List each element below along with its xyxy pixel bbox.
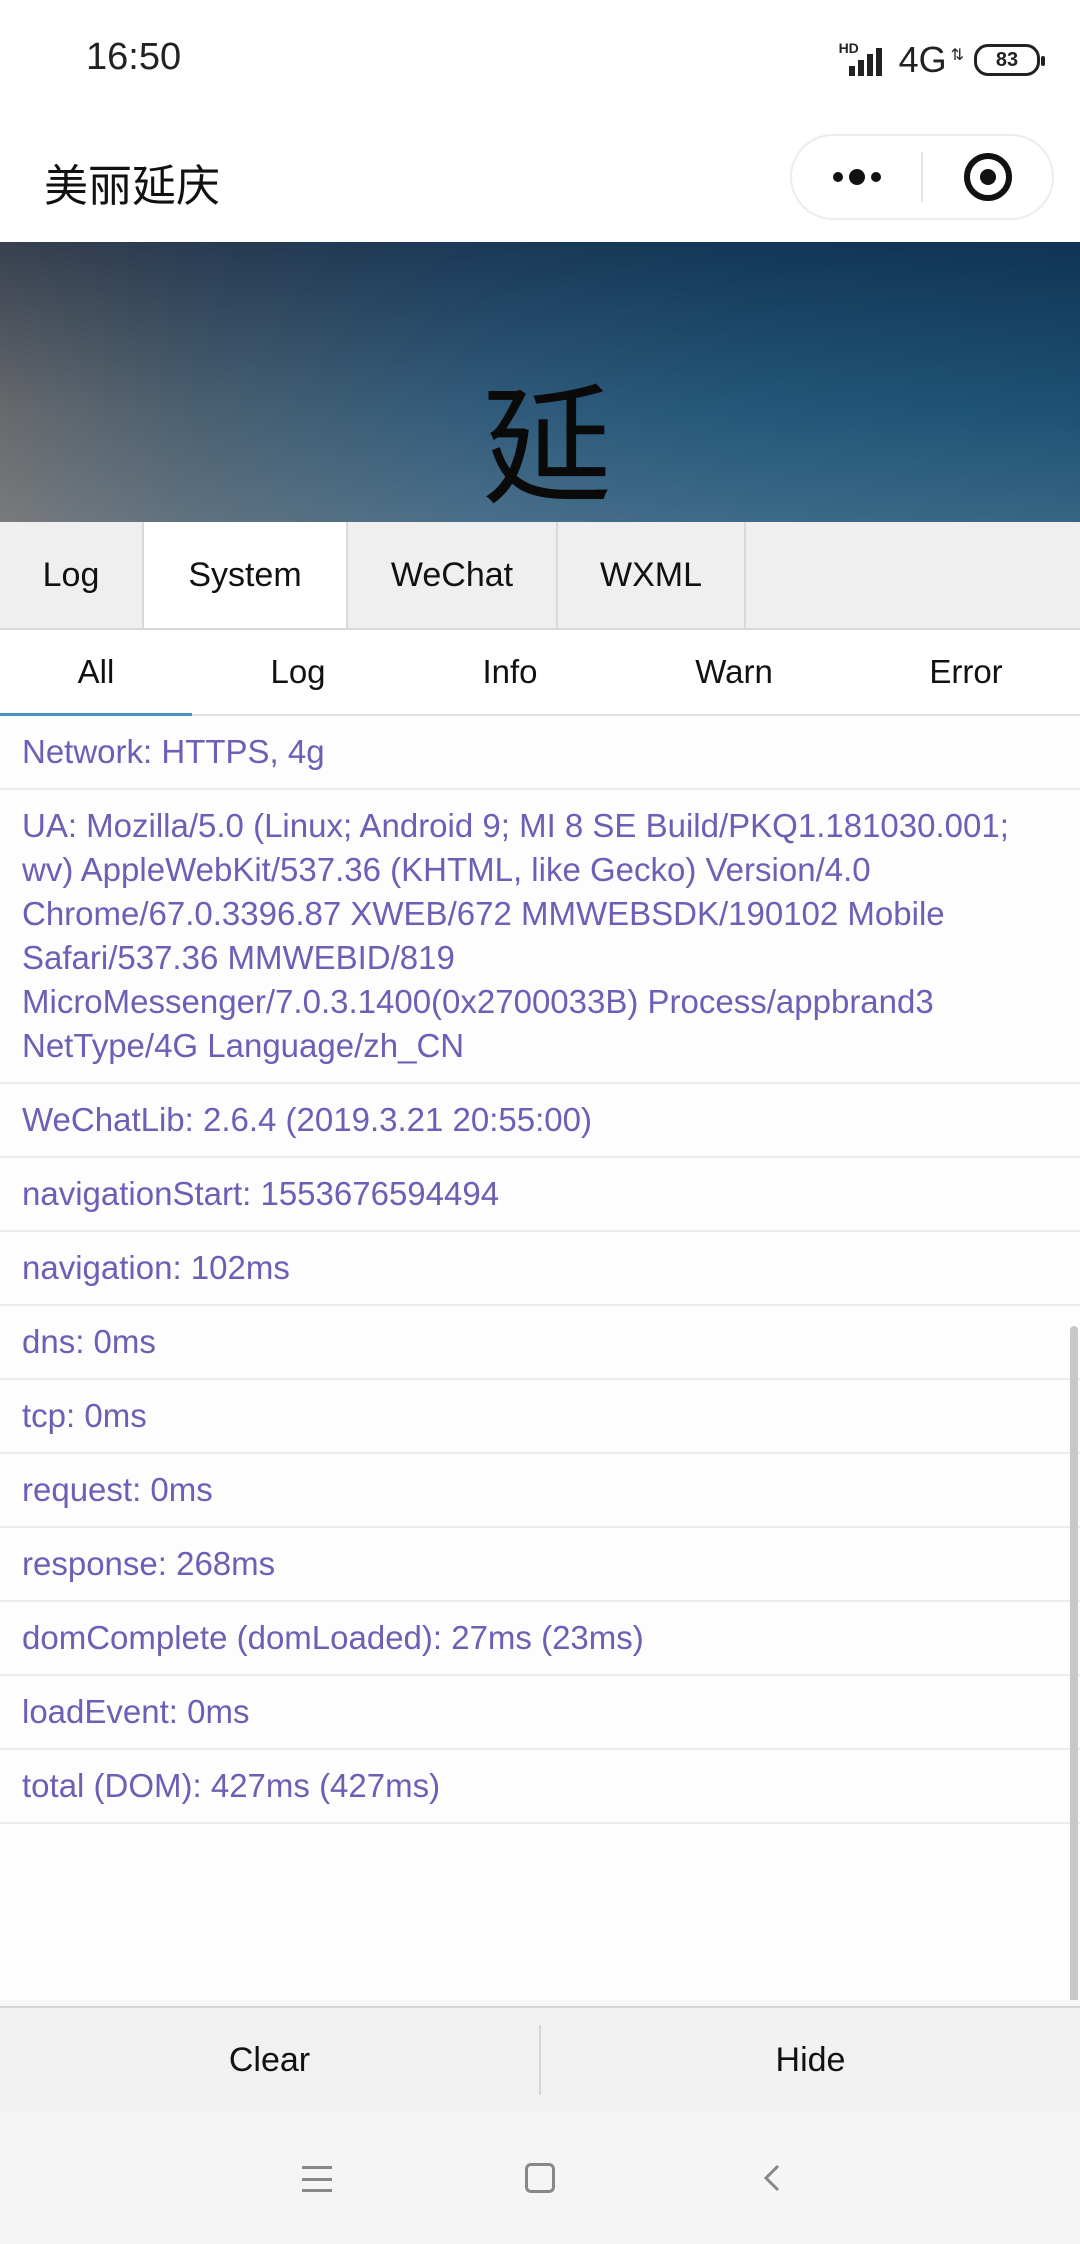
capsule-menu xyxy=(790,134,1054,220)
log-row: request: 0ms xyxy=(0,1454,1080,1528)
battery-icon: 83 xyxy=(974,44,1045,76)
status-bar: 16:50 HD 4G ⇅ 83 xyxy=(0,0,1080,120)
close-miniprogram-button[interactable] xyxy=(923,136,1052,218)
filter-all[interactable]: All xyxy=(0,630,192,716)
status-icons: HD 4G ⇅ 83 xyxy=(839,38,1045,82)
target-close-icon xyxy=(963,153,1012,201)
banner-image: 延 xyxy=(0,242,1080,522)
more-button[interactable] xyxy=(792,136,921,218)
clear-button[interactable]: Clear xyxy=(0,2008,539,2112)
scrollbar-thumb[interactable] xyxy=(1070,1326,1078,2000)
menu-icon[interactable] xyxy=(302,2166,332,2192)
vconsole-panel: Log System WeChat WXML All Log Info Warn… xyxy=(0,522,1080,2112)
filter-warn[interactable]: Warn xyxy=(616,630,852,714)
console-toolbar: Clear Hide xyxy=(0,2006,1080,2112)
filter-log[interactable]: Log xyxy=(192,630,404,714)
navbar: 美丽延庆 xyxy=(0,120,1080,242)
status-time: 16:50 xyxy=(86,36,182,78)
more-dots-icon xyxy=(832,169,881,185)
filter-error[interactable]: Error xyxy=(852,630,1080,714)
log-row: WeChatLib: 2.6.4 (2019.3.21 20:55:00) xyxy=(0,1084,1080,1158)
data-arrows-icon: ⇅ xyxy=(950,47,964,64)
system-nav-bar xyxy=(0,2112,1080,2244)
console-tabs: Log System WeChat WXML xyxy=(0,522,1080,630)
tab-log[interactable]: Log xyxy=(0,522,144,628)
log-row: total (DOM): 427ms (427ms) xyxy=(0,1750,1080,1824)
page-title: 美丽延庆 xyxy=(44,161,220,212)
log-row: response: 268ms xyxy=(0,1528,1080,1602)
network-type: 4G xyxy=(898,39,947,80)
log-row: dns: 0ms xyxy=(0,1306,1080,1380)
home-icon[interactable] xyxy=(525,2163,555,2193)
back-icon[interactable] xyxy=(756,2162,788,2194)
signal-icon: HD xyxy=(839,40,889,80)
battery-level: 83 xyxy=(995,48,1019,71)
log-row: navigation: 102ms xyxy=(0,1232,1080,1306)
filter-tabs: All Log Info Warn Error xyxy=(0,630,1080,716)
log-row: navigationStart: 1553676594494 xyxy=(0,1158,1080,1232)
filter-info[interactable]: Info xyxy=(404,630,616,714)
tab-wechat[interactable]: WeChat xyxy=(348,522,558,628)
tab-system[interactable]: System xyxy=(144,522,348,628)
banner-calligraphy: 延 xyxy=(482,371,613,522)
log-row: UA: Mozilla/5.0 (Linux; Android 9; MI 8 … xyxy=(0,790,1080,1084)
hide-button[interactable]: Hide xyxy=(541,2008,1080,2112)
log-list[interactable]: Network: HTTPS, 4g UA: Mozilla/5.0 (Linu… xyxy=(0,716,1080,2000)
log-row: domComplete (domLoaded): 27ms (23ms) xyxy=(0,1602,1080,1676)
tab-wxml[interactable]: WXML xyxy=(558,522,746,628)
log-row: Network: HTTPS, 4g xyxy=(0,716,1080,790)
log-row: loadEvent: 0ms xyxy=(0,1676,1080,1750)
log-row: tcp: 0ms xyxy=(0,1380,1080,1454)
